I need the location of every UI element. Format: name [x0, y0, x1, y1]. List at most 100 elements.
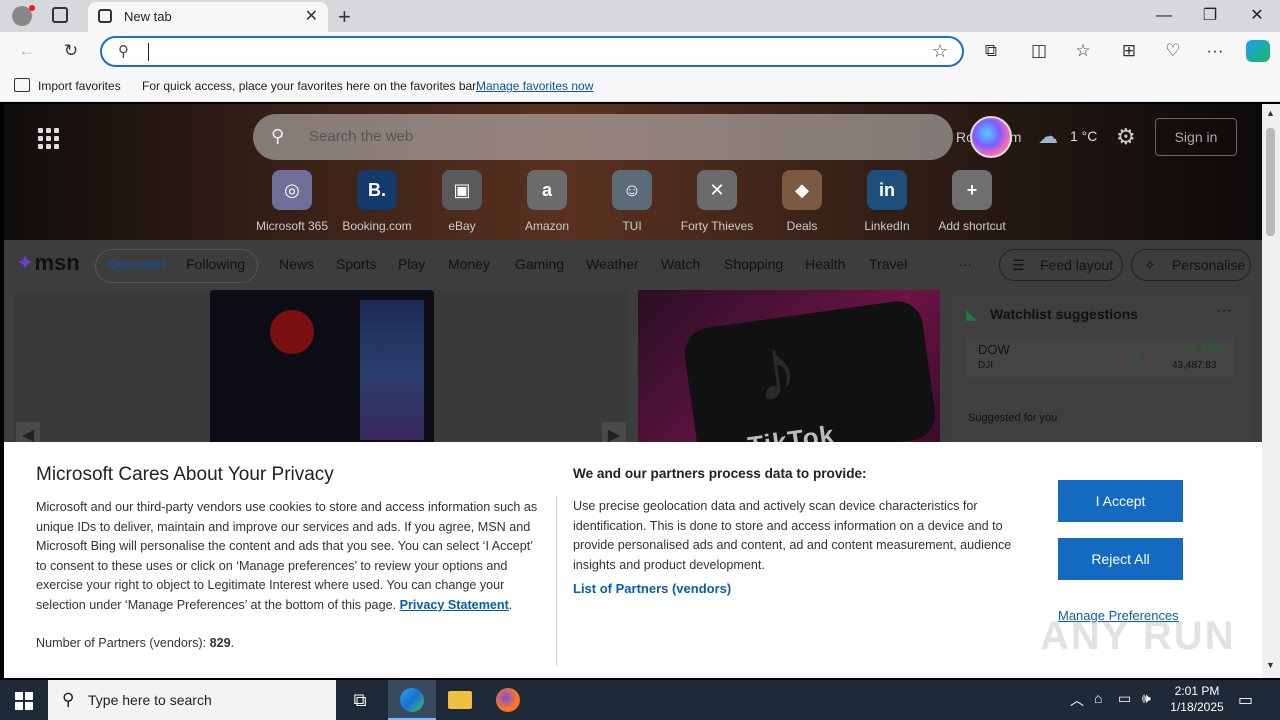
- privacy-statement-link[interactable]: Privacy Statement: [400, 598, 509, 612]
- scroll-down-icon[interactable]: ▼: [1266, 660, 1275, 670]
- shortcut-microsoft-365[interactable]: ◎ Microsoft 365: [250, 170, 334, 233]
- edge-taskbar-button[interactable]: [388, 680, 436, 720]
- feed-layout-button[interactable]: ☰ Feed layout: [999, 249, 1123, 281]
- tray-chevron-icon[interactable]: ︿: [1070, 690, 1084, 710]
- sign-in-button[interactable]: Sign in: [1155, 118, 1237, 156]
- copilot-orb-icon[interactable]: [970, 116, 1012, 158]
- shortcut-label: Booking.com: [342, 219, 412, 233]
- tab-following[interactable]: Following: [186, 256, 245, 272]
- network-device-icon[interactable]: ⌂: [1094, 690, 1102, 706]
- task-view-icon[interactable]: ⧉: [336, 680, 384, 720]
- favorite-star-icon[interactable]: ☆: [932, 41, 948, 62]
- shortcut-label: Deals: [786, 219, 818, 233]
- split-screen-icon[interactable]: ◫: [1026, 40, 1052, 62]
- settings-more-icon[interactable]: ···: [1202, 40, 1228, 62]
- shortcut-tui[interactable]: ☺ TUI: [590, 170, 674, 233]
- trend-icon: ◣: [966, 306, 977, 322]
- privacy-title: Microsoft Cares About Your Privacy: [36, 464, 334, 485]
- scroll-up-icon[interactable]: ▲: [1266, 108, 1275, 118]
- back-button[interactable]: ←: [14, 40, 40, 62]
- accept-button[interactable]: I Accept: [1058, 480, 1183, 522]
- nav-gaming[interactable]: Gaming: [515, 256, 564, 272]
- privacy-banner: Microsoft Cares About Your Privacy Micro…: [4, 442, 1262, 678]
- taskbar-search[interactable]: ⚲ Type here to search: [48, 680, 336, 720]
- nav-health[interactable]: Health: [805, 256, 845, 272]
- browser-essentials-icon[interactable]: ♡: [1160, 40, 1186, 62]
- refresh-button[interactable]: ↻: [58, 40, 84, 62]
- favorites-icon[interactable]: ☆: [1070, 40, 1096, 62]
- clock[interactable]: 2:01 PM 1/18/2025: [1162, 683, 1232, 715]
- notifications-icon[interactable]: ▭: [1238, 690, 1253, 710]
- ticker-exchange: DJI: [978, 360, 993, 371]
- reject-all-button[interactable]: Reject All: [1058, 538, 1183, 580]
- file-explorer-taskbar-button[interactable]: [436, 680, 484, 720]
- shortcut-deals[interactable]: ◆ Deals: [760, 170, 844, 233]
- nav-shopping[interactable]: Shopping: [724, 256, 783, 272]
- tab-new-tab[interactable]: New tab ✕: [88, 2, 328, 32]
- tab-actions-icon[interactable]: [52, 7, 68, 23]
- copilot-icon[interactable]: [1246, 40, 1270, 62]
- gear-icon[interactable]: ⚙: [1116, 124, 1136, 150]
- folder-icon: [448, 691, 472, 709]
- close-window-button[interactable]: ✕: [1234, 4, 1280, 28]
- shortcut-add-shortcut[interactable]: + Add shortcut: [930, 170, 1014, 233]
- shortcut-linkedin[interactable]: in LinkedIn: [845, 170, 929, 233]
- favorites-bar: Import favorites For quick access, place…: [0, 70, 1280, 102]
- clock-date: 1/18/2025: [1170, 700, 1224, 714]
- page-scrollbar[interactable]: ▲ ▼: [1262, 104, 1280, 678]
- shortcut-tile-icon: ✕: [697, 170, 737, 210]
- web-search-box[interactable]: ⚲ Search the web: [253, 114, 953, 160]
- volume-icon[interactable]: 🕪: [1142, 690, 1151, 707]
- search-icon: ⚲: [118, 43, 129, 60]
- firefox-taskbar-button[interactable]: [484, 680, 532, 720]
- shortcut-tile-icon: in: [867, 170, 907, 210]
- shortcut-label: Add shortcut: [938, 219, 1006, 233]
- sliders-icon: ☰: [1012, 257, 1025, 273]
- nav-news[interactable]: News: [279, 256, 314, 272]
- extensions-icon[interactable]: ⧉: [978, 40, 1004, 62]
- shortcut-booking-com[interactable]: B. Booking.com: [335, 170, 419, 233]
- windows-logo-tile-1: [15, 692, 23, 700]
- nav-travel[interactable]: Travel: [869, 256, 907, 272]
- minimize-button[interactable]: —: [1141, 4, 1187, 28]
- sparkline-icon: ⩘: [1130, 346, 1140, 363]
- nav-play[interactable]: Play: [398, 256, 425, 272]
- msn-butterfly-icon: ✦: [16, 250, 35, 275]
- tab-discover[interactable]: Discover: [108, 256, 167, 272]
- shortcut-tile-icon: ◎: [272, 170, 312, 210]
- msn-logo[interactable]: ✦msn: [16, 250, 80, 276]
- shortcut-amazon[interactable]: a Amazon: [505, 170, 589, 233]
- partners-list-link[interactable]: List of Partners (vendors): [573, 581, 731, 596]
- firefox-icon: [496, 688, 520, 712]
- scrollbar-thumb[interactable]: [1266, 128, 1275, 236]
- favorites-hint: For quick access, place your favorites h…: [142, 79, 479, 93]
- msn-logo-text: msn: [34, 250, 80, 275]
- shortcut-ebay[interactable]: ▣ eBay: [420, 170, 504, 233]
- search-icon: ⚲: [62, 690, 75, 709]
- nav-watch[interactable]: Watch: [661, 256, 700, 272]
- partners-count-line: Number of Partners (vendors): 829.: [36, 636, 235, 650]
- close-tab-icon[interactable]: ✕: [305, 6, 318, 26]
- manage-favorites-link[interactable]: Manage favorites now: [476, 79, 593, 93]
- start-button[interactable]: [0, 680, 48, 720]
- text-caret: [148, 43, 149, 61]
- import-favorites-button[interactable]: Import favorites: [38, 79, 121, 93]
- temperature[interactable]: 1 °C: [1070, 128, 1097, 144]
- new-tab-button[interactable]: +: [338, 4, 351, 30]
- personalise-button[interactable]: ✧ Personalise: [1131, 249, 1251, 281]
- watchlist-row-dow[interactable]: DOW DJI ⩘ +0.78% 43,487.83: [966, 338, 1234, 378]
- personalise-label: Personalise: [1172, 257, 1246, 273]
- restore-button[interactable]: ❐: [1187, 4, 1233, 28]
- watchlist-more-icon[interactable]: ···: [1216, 302, 1232, 320]
- more-nav-button[interactable]: ···: [958, 256, 972, 272]
- watchlist-title: Watchlist suggestions: [990, 306, 1139, 322]
- address-bar[interactable]: ⚲ ☆: [100, 36, 964, 67]
- ticker-symbol: DOW: [978, 342, 1010, 357]
- nav-money[interactable]: Money: [448, 256, 490, 272]
- nav-weather[interactable]: Weather: [586, 256, 639, 272]
- collections-icon[interactable]: ⊞: [1116, 40, 1142, 62]
- apps-grid-icon[interactable]: [38, 128, 60, 150]
- shortcut-forty-thieves[interactable]: ✕ Forty Thieves: [675, 170, 759, 233]
- network-icon[interactable]: ▭: [1118, 690, 1131, 707]
- nav-sports[interactable]: Sports: [336, 256, 376, 272]
